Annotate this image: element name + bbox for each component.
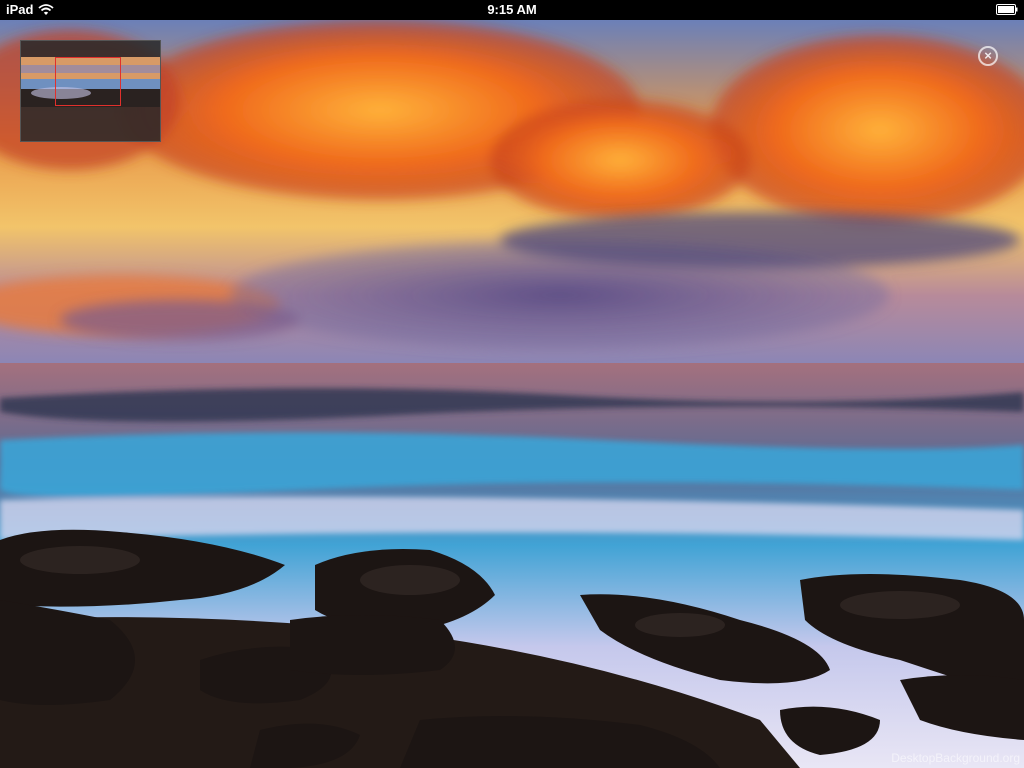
status-right xyxy=(996,3,1018,18)
clock: 9:15 AM xyxy=(487,2,537,17)
status-bar: iPad 9:15 AM xyxy=(0,0,1024,20)
close-button[interactable]: × xyxy=(978,46,998,66)
watermark-text: DesktopBackground.org xyxy=(891,751,1020,765)
battery-icon xyxy=(996,4,1018,15)
image-navigator-thumbnail[interactable] xyxy=(20,40,161,142)
visible-area-frame[interactable] xyxy=(55,57,121,106)
close-icon: × xyxy=(984,48,992,63)
